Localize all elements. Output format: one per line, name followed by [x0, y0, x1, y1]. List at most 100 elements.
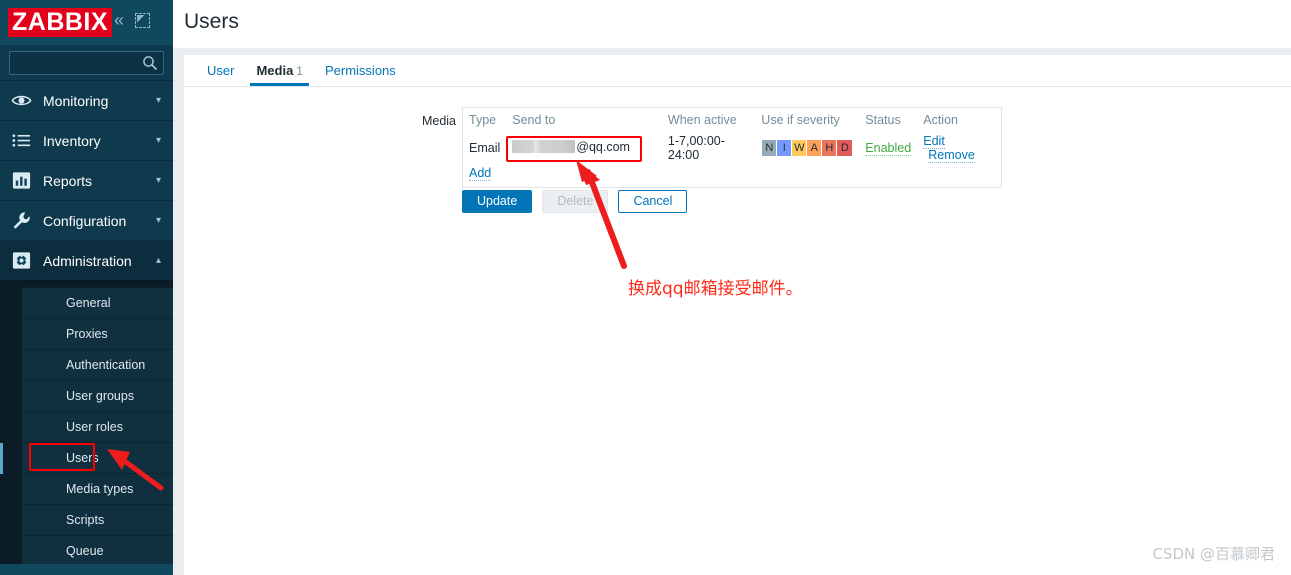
chart-icon: [10, 170, 32, 192]
sidebar-subitem-users[interactable]: Users: [0, 442, 173, 474]
sidebar-item-monitoring[interactable]: Monitoring ▾: [0, 80, 173, 120]
tab-media[interactable]: Media 1: [245, 63, 314, 86]
page-header: Users: [173, 0, 1291, 48]
content-card: User Media 1 Permissions Media Type Send…: [184, 55, 1291, 575]
sidebar-footer-strip: [0, 564, 173, 575]
zabbix-logo[interactable]: ZABBIX: [8, 8, 113, 37]
tab-permissions[interactable]: Permissions: [314, 63, 407, 86]
annotation-note: 换成qq邮箱接受邮件。: [628, 279, 803, 299]
severity-disaster[interactable]: D: [837, 140, 853, 156]
add-media-link[interactable]: Add: [469, 166, 492, 181]
sidebar-subitem-general[interactable]: General: [22, 287, 173, 318]
severity-average[interactable]: A: [807, 140, 823, 156]
severity-information[interactable]: I: [777, 140, 793, 156]
sidebar-subitem-label: General: [66, 296, 111, 310]
tab-label: User: [207, 63, 235, 78]
cancel-button[interactable]: Cancel: [618, 190, 688, 213]
sidebar-item-label: Inventory: [43, 132, 101, 149]
eye-icon: [10, 90, 32, 112]
column-header-type: Type: [469, 113, 497, 127]
sidebar: ZABBIX « Monitoring ▾ Inventory ▾ Report…: [0, 0, 173, 575]
column-header-status: Status: [865, 113, 901, 127]
tab-label: Permissions: [324, 63, 396, 78]
cell-status: Enabled: [859, 131, 917, 165]
sidebar-subitem-label: Authentication: [66, 358, 146, 372]
tab-label: Media: [256, 63, 294, 78]
sidebar-subitem-label: Queue: [66, 544, 104, 558]
cell-send-to: @qq.com: [506, 131, 662, 165]
expand-icon[interactable]: [135, 12, 151, 28]
sidebar-submenu-administration: General Proxies Authentication User grou…: [0, 287, 173, 566]
chevron-double-left-icon[interactable]: «: [114, 11, 124, 29]
tab-bar: User Media 1 Permissions: [184, 55, 1291, 87]
send-to-value: @qq.com: [512, 140, 630, 154]
column-header-send-to: Send to: [512, 113, 556, 127]
sidebar-item-label: Reports: [43, 172, 93, 189]
sidebar-subitem-scripts[interactable]: Scripts: [22, 504, 173, 535]
cell-use-if-severity: N I W A H D: [755, 131, 859, 165]
sidebar-item-label: Administration: [43, 252, 132, 269]
sidebar-item-label: Configuration: [43, 212, 127, 229]
tab-user[interactable]: User: [196, 63, 245, 86]
sidebar-item-inventory[interactable]: Inventory ▾: [0, 120, 173, 160]
sidebar-subitem-label: Users: [66, 451, 99, 465]
sidebar-item-label: Monitoring: [43, 92, 109, 109]
severity-not-classified[interactable]: N: [762, 140, 778, 156]
table-add-row: Add: [463, 165, 1001, 187]
column-header-action: Action: [923, 113, 958, 127]
sidebar-subitem-label: Media types: [66, 482, 134, 496]
chevron-down-icon: ▾: [155, 134, 161, 146]
active-indicator: [0, 443, 3, 474]
table-row: Email @qq.com 1-7,00:00-24:00 N I W A H …: [463, 131, 1001, 165]
media-table: Type Send to When active Use if severity…: [462, 107, 1002, 188]
chevron-down-icon: ▾: [155, 174, 161, 186]
chevron-up-icon: ▴: [155, 254, 161, 266]
column-header-use-if-severity: Use if severity: [761, 113, 840, 127]
sidebar-subitem-queue[interactable]: Queue: [22, 535, 173, 566]
sidebar-subitem-authentication[interactable]: Authentication: [22, 349, 173, 380]
redacted-email-block: [512, 140, 576, 154]
watermark: CSDN @百慕卿君: [1152, 545, 1275, 563]
media-field-label: Media: [421, 114, 456, 128]
send-to-suffix: @qq.com: [576, 139, 630, 154]
sidebar-subitem-label: User roles: [66, 420, 123, 434]
search-box[interactable]: [9, 51, 164, 75]
chevron-down-icon: ▾: [155, 94, 161, 106]
cell-action: Edit Remove: [917, 131, 1001, 165]
search-input[interactable]: [10, 52, 142, 74]
severity-high[interactable]: H: [822, 140, 838, 156]
cell-type: Email: [469, 141, 501, 155]
sidebar-subitem-label: Scripts: [66, 513, 105, 527]
form-buttons: Update Delete Cancel: [462, 190, 688, 213]
sidebar-subitem-label: User groups: [66, 389, 135, 403]
column-header-when-active: When active: [667, 113, 737, 127]
sidebar-header-icons: «: [114, 11, 151, 29]
page-title: Users: [184, 10, 239, 33]
sidebar-subitem-proxies[interactable]: Proxies: [22, 318, 173, 349]
sidebar-item-administration[interactable]: Administration ▴: [0, 240, 173, 280]
sidebar-subitem-user-roles[interactable]: User roles: [22, 411, 173, 442]
cell-when-active: 1-7,00:00-24:00: [667, 134, 725, 162]
tab-count-badge: 1: [296, 64, 303, 78]
search-icon[interactable]: [142, 55, 158, 71]
gear-icon: [10, 250, 32, 272]
update-button[interactable]: Update: [462, 190, 533, 213]
tab-active-underline: [250, 83, 309, 86]
remove-link[interactable]: Remove: [928, 148, 975, 163]
edit-link[interactable]: Edit: [923, 134, 945, 149]
sidebar-search-area: [0, 45, 173, 80]
app-root: ZABBIX « Monitoring ▾ Inventory ▾ Report…: [0, 0, 1291, 575]
severity-badges: N I W A H D: [761, 139, 854, 157]
list-icon: [10, 130, 32, 152]
sidebar-subitem-label: Proxies: [66, 327, 108, 341]
delete-button: Delete: [542, 190, 609, 213]
sidebar-item-configuration[interactable]: Configuration ▾: [0, 200, 173, 240]
cell-add: Add: [463, 165, 1001, 187]
sidebar-subitem-user-groups[interactable]: User groups: [22, 380, 173, 411]
severity-warning[interactable]: W: [792, 140, 808, 156]
status-badge-enabled[interactable]: Enabled: [865, 141, 912, 156]
chevron-down-icon: ▾: [155, 214, 161, 226]
sidebar-item-reports[interactable]: Reports ▾: [0, 160, 173, 200]
sidebar-header: ZABBIX «: [0, 0, 173, 45]
sidebar-subitem-media-types[interactable]: Media types: [22, 473, 173, 504]
